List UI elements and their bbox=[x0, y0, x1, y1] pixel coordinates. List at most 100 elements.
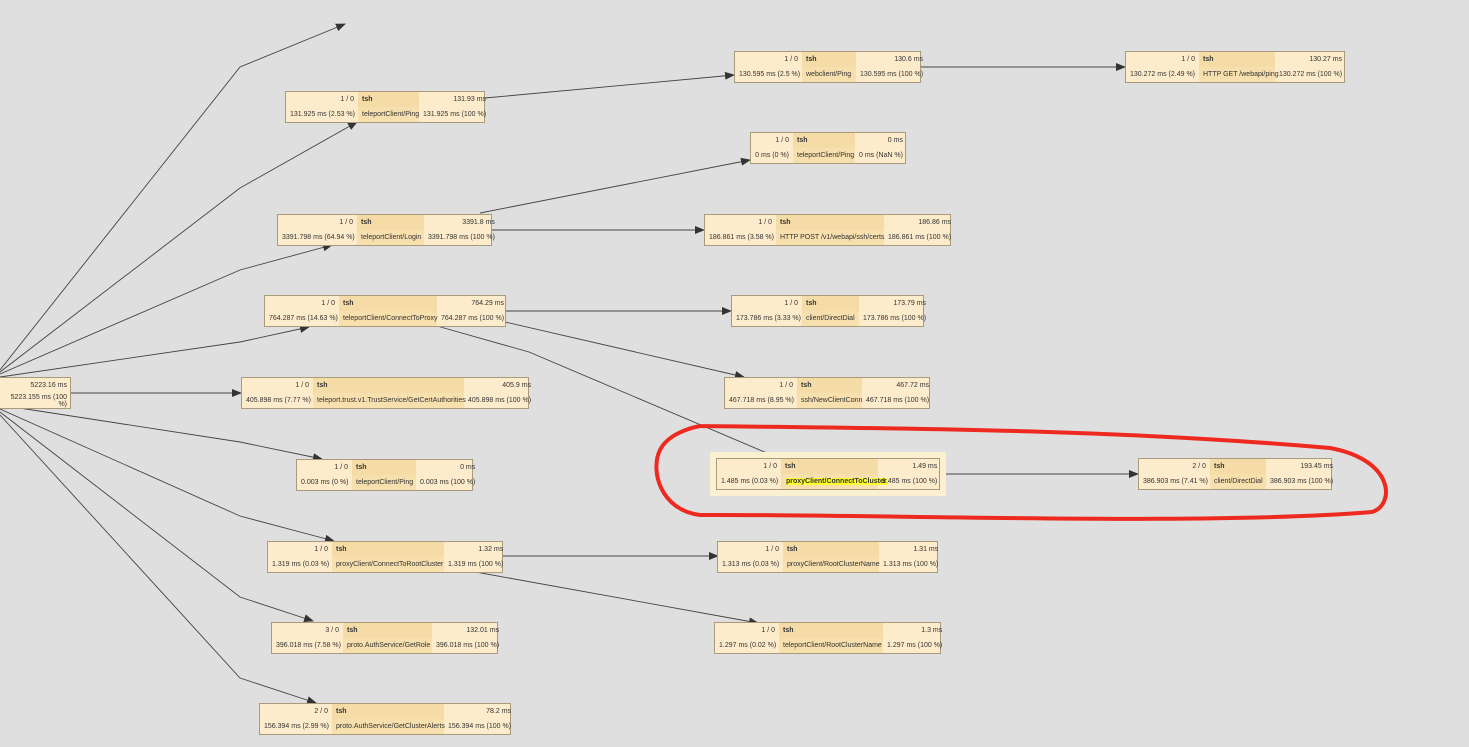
span-total: 78.2 ms bbox=[486, 708, 512, 715]
span-total: 1.49 ms bbox=[912, 463, 938, 470]
span-self-time: 467.718 ms (8.95 %) bbox=[729, 397, 794, 404]
span-total: 130.27 ms bbox=[1309, 56, 1343, 63]
span-operation: proxyClient/ConnectToRootCluster bbox=[332, 557, 444, 572]
span-count: 1 / 0 bbox=[765, 546, 779, 553]
span-node-http-post-ssh-certs[interactable]: 1 / 0 tsh 186.86 ms 186.861 ms (3.58 %) HTT… bbox=[704, 214, 951, 246]
root-node[interactable]: 5223.16 ms 5223.155 ms (100 %) bbox=[0, 377, 71, 409]
span-service: tsh bbox=[802, 296, 859, 311]
span-operation: webclient/Ping bbox=[802, 67, 856, 82]
span-node-connect-to-proxy[interactable]: 1 / 0 tsh 764.29 ms 764.287 ms (14.63 %) te… bbox=[264, 295, 506, 327]
span-percent: 0 ms (NaN %) bbox=[859, 152, 903, 159]
span-node-webclient-ping[interactable]: 1 / 0 tsh 130.6 ms 130.595 ms (2.5 %) webcl… bbox=[734, 51, 923, 83]
span-service: tsh bbox=[1199, 52, 1275, 67]
span-self-time: 0.003 ms (0 %) bbox=[301, 479, 349, 486]
span-service: tsh bbox=[332, 542, 444, 557]
span-percent: 156.394 ms (100 %) bbox=[448, 723, 512, 730]
span-service: tsh bbox=[793, 133, 855, 148]
span-percent: 3391.798 ms (100 %) bbox=[428, 234, 495, 241]
span-percent: 130.272 ms (100 %) bbox=[1279, 71, 1343, 78]
span-operation: HTTP GET /webapi/ping bbox=[1199, 67, 1279, 82]
span-total: 130.6 ms bbox=[894, 56, 924, 63]
span-percent: 405.898 ms (100 %) bbox=[468, 397, 532, 404]
root-total-time: 5223.16 ms bbox=[30, 382, 67, 389]
span-operation: proxyClient/RootClusterName bbox=[783, 557, 880, 572]
span-count: 1 / 0 bbox=[784, 56, 798, 63]
span-self-time: 130.272 ms (2.49 %) bbox=[1130, 71, 1195, 78]
span-operation: teleportClient/Login bbox=[357, 230, 424, 245]
span-node-teleportclient-ping-3[interactable]: 1 / 0 tsh 0 ms 0 ms (0 %) teleportClient/Pi… bbox=[750, 132, 906, 164]
span-count: 1 / 0 bbox=[334, 464, 348, 471]
span-service: tsh bbox=[358, 92, 419, 107]
span-operation: ssh/NewClientConn bbox=[797, 393, 862, 408]
span-self-time: 156.394 ms (2.99 %) bbox=[264, 723, 329, 730]
span-operation: teleportClient/RootClusterName bbox=[779, 638, 883, 653]
span-service: tsh bbox=[776, 215, 884, 230]
span-total: 405.9 ms bbox=[502, 382, 532, 389]
span-service: tsh bbox=[797, 378, 862, 393]
span-service: tsh bbox=[783, 542, 879, 557]
span-self-time: 130.595 ms (2.5 %) bbox=[739, 71, 801, 78]
span-self-time: 186.861 ms (3.58 %) bbox=[709, 234, 774, 241]
span-operation: teleportClient/Ping bbox=[358, 107, 419, 122]
span-total: 132.01 ms bbox=[466, 627, 500, 634]
span-self-time: 1.297 ms (0.02 %) bbox=[719, 642, 777, 649]
span-service: tsh bbox=[357, 215, 424, 230]
span-node-get-role[interactable]: 3 / 0 tsh 132.01 ms 396.018 ms (7.58 %) pro… bbox=[271, 622, 499, 654]
span-node-client-directdial[interactable]: 1 / 0 tsh 173.79 ms 173.786 ms (3.33 %) cli… bbox=[731, 295, 926, 327]
span-count: 3 / 0 bbox=[325, 627, 339, 634]
span-percent: 396.018 ms (100 %) bbox=[436, 642, 500, 649]
span-node-get-cluster-alerts[interactable]: 2 / 0 tsh 78.2 ms 156.394 ms (2.99 %) proto… bbox=[259, 703, 511, 735]
span-total: 0 ms bbox=[460, 464, 476, 471]
span-self-time: 0 ms (0 %) bbox=[755, 152, 789, 159]
span-node-ssh-newclientconn[interactable]: 1 / 0 tsh 467.72 ms 467.718 ms (8.95 %) ssh… bbox=[724, 377, 930, 409]
span-self-time: 1.319 ms (0.03 %) bbox=[272, 561, 330, 568]
span-percent: 131.925 ms (100 %) bbox=[423, 111, 487, 118]
span-count: 2 / 0 bbox=[314, 708, 328, 715]
span-node-http-get-webapi-ping[interactable]: 1 / 0 tsh 130.27 ms 130.272 ms (2.49 %) HTT… bbox=[1125, 51, 1345, 83]
edge bbox=[0, 121, 358, 373]
edge bbox=[479, 157, 751, 214]
span-total: 131.93 ms bbox=[453, 96, 487, 103]
span-operation: teleportClient/Ping bbox=[352, 475, 416, 490]
span-count: 1 / 0 bbox=[295, 382, 309, 389]
edge bbox=[469, 570, 759, 626]
span-service: tsh bbox=[1210, 459, 1266, 474]
span-node-get-cert-authorities[interactable]: 1 / 0 tsh 405.9 ms 405.898 ms (7.77 %) tele… bbox=[241, 377, 531, 409]
span-node-client-directdial-2[interactable]: 2 / 0 tsh 193.45 ms 386.903 ms (7.41 %) cli… bbox=[1138, 458, 1333, 490]
root-self-time: 5223.155 ms (100 %) bbox=[10, 393, 67, 408]
span-percent: 386.903 ms (100 %) bbox=[1270, 478, 1334, 485]
span-self-time: 386.903 ms (7.41 %) bbox=[1143, 478, 1208, 485]
span-total: 186.86 ms bbox=[918, 219, 952, 226]
span-service: tsh bbox=[802, 52, 856, 67]
span-node-teleportclient-login[interactable]: 1 / 0 tsh 3391.8 ms 3391.798 ms (64.94 %) t… bbox=[277, 214, 495, 246]
span-count: 1 / 0 bbox=[1181, 56, 1195, 63]
span-operation: HTTP POST /v1/webapi/ssh/certs bbox=[776, 230, 884, 245]
span-operation: teleportClient/ConnectToProxy bbox=[339, 311, 438, 326]
span-node-connect-to-root-cluster[interactable]: 1 / 0 tsh 1.32 ms 1.319 ms (0.03 %) proxyCl… bbox=[267, 541, 503, 573]
edge bbox=[0, 404, 323, 462]
span-service: tsh bbox=[339, 296, 437, 311]
span-percent: 1.297 ms (100 %) bbox=[887, 642, 943, 649]
span-percent: 764.287 ms (100 %) bbox=[441, 315, 505, 322]
span-total: 3391.8 ms bbox=[462, 219, 495, 226]
span-node-proxy-root-cluster-name[interactable]: 1 / 0 tsh 1.31 ms 1.313 ms (0.03 %) proxyCl… bbox=[717, 541, 938, 573]
span-count: 1 / 0 bbox=[763, 463, 777, 470]
span-node-teleport-root-cluster-name[interactable]: 1 / 0 tsh 1.3 ms 1.297 ms (0.02 %) teleport… bbox=[714, 622, 942, 654]
span-node-connect-to-cluster[interactable]: 1 / 0 tsh 1.49 ms 1.485 ms (0.03 %) proxyCl… bbox=[710, 452, 946, 496]
span-service: tsh bbox=[343, 623, 432, 638]
span-percent: 130.595 ms (100 %) bbox=[860, 71, 924, 78]
span-service: tsh bbox=[781, 459, 878, 474]
span-count: 1 / 0 bbox=[321, 300, 335, 307]
span-count: 1 / 0 bbox=[784, 300, 798, 307]
span-self-time: 764.287 ms (14.63 %) bbox=[269, 315, 338, 322]
span-percent: 467.718 ms (100 %) bbox=[866, 397, 930, 404]
span-total: 1.31 ms bbox=[913, 546, 939, 553]
span-percent: 186.861 ms (100 %) bbox=[888, 234, 952, 241]
span-service: tsh bbox=[332, 704, 444, 719]
span-operation: client/DirectDial bbox=[802, 311, 859, 326]
span-node-teleportclient-ping[interactable]: 1 / 0 tsh 131.93 ms 131.925 ms (2.53 %) tel… bbox=[285, 91, 486, 123]
span-node-teleportclient-ping-2[interactable]: 1 / 0 tsh 0 ms 0.003 ms (0 %) teleportClien… bbox=[296, 459, 475, 491]
span-percent: 173.786 ms (100 %) bbox=[863, 315, 927, 322]
span-service: tsh bbox=[313, 378, 464, 393]
span-percent: 0.003 ms (100 %) bbox=[420, 479, 476, 486]
